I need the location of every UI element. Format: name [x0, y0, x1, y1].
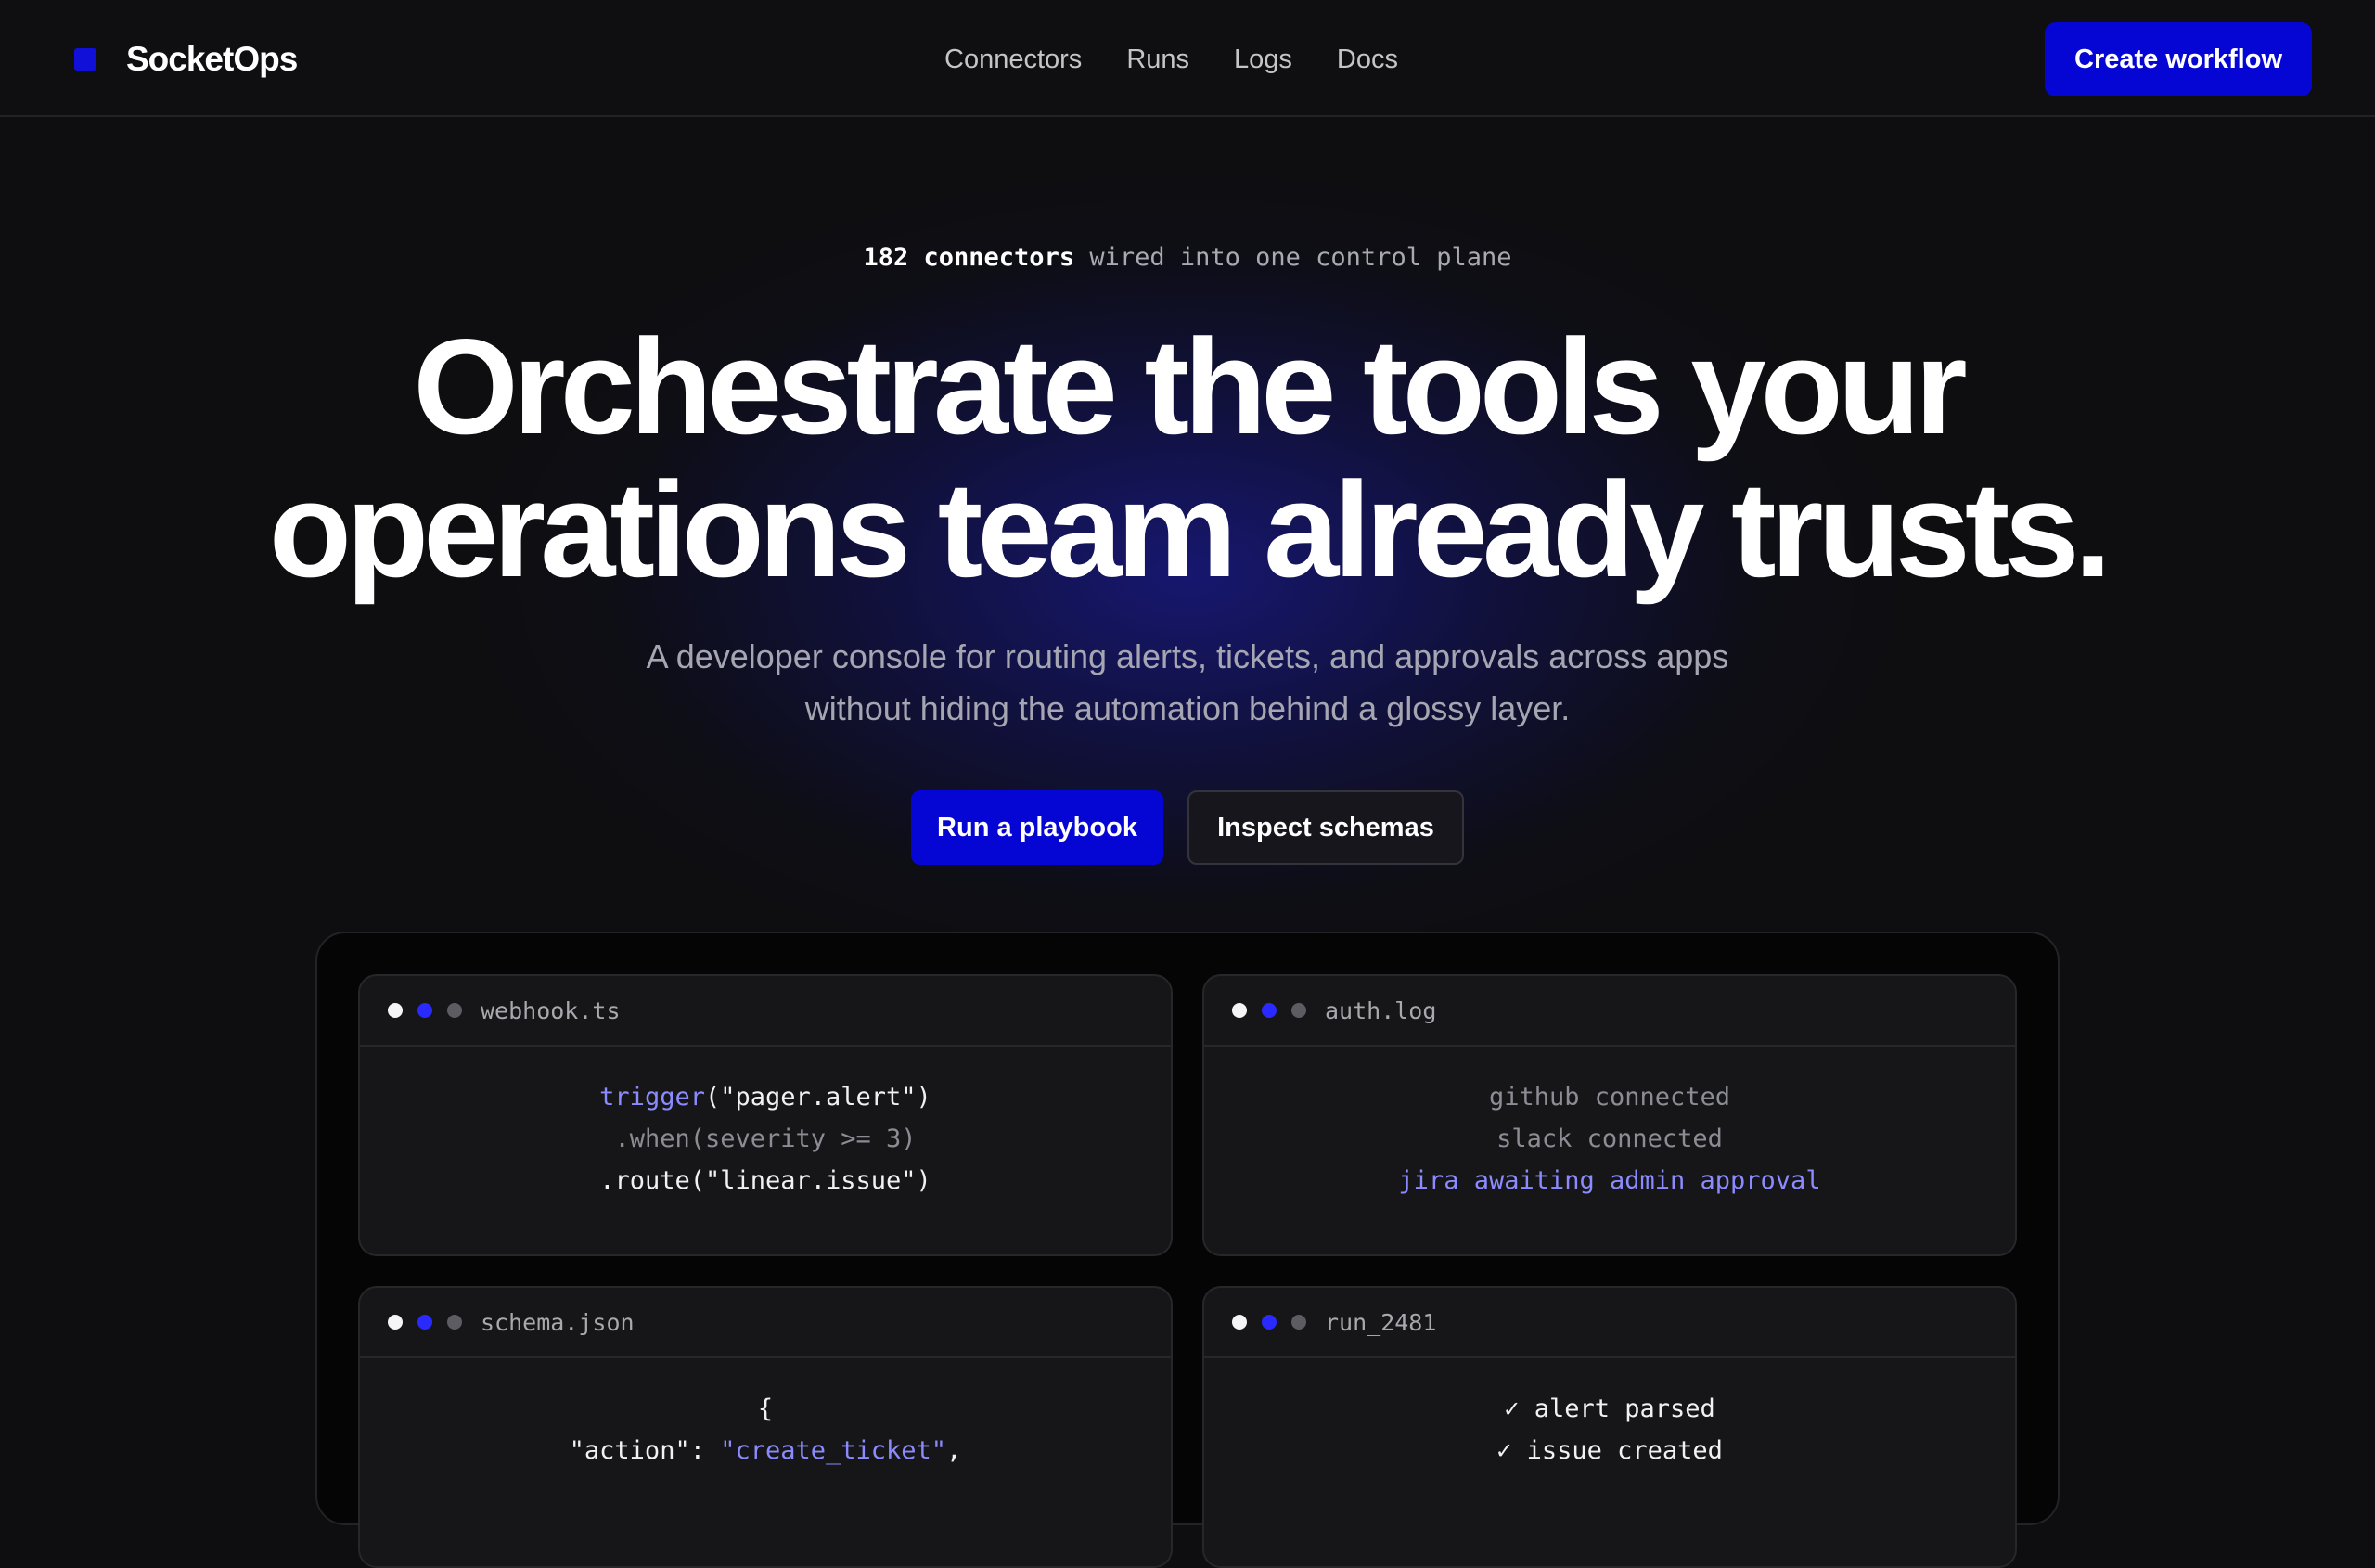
- code-line: .when(severity >= 3): [614, 1125, 917, 1153]
- run-playbook-button[interactable]: Run a playbook: [911, 790, 1163, 865]
- console-preview: webhook.ts trigger("pager.alert") .when(s…: [315, 932, 2060, 1568]
- code-block: trigger("pager.alert") .when(severity >= …: [360, 1047, 1171, 1202]
- window-dot-grey-icon: [1291, 1003, 1306, 1018]
- window-dot-blue-icon: [1262, 1003, 1277, 1018]
- panel-filename: webhook.ts: [481, 996, 621, 1024]
- log-line: github connected: [1488, 1083, 1731, 1112]
- nav-link-connectors[interactable]: Connectors: [944, 45, 1082, 75]
- json-block: { "action": "create_ticket",: [360, 1358, 1171, 1472]
- code-line: {: [757, 1394, 774, 1423]
- webhook-panel: webhook.ts trigger("pager.alert") .when(s…: [358, 974, 1173, 1256]
- brand-logo-icon: [74, 48, 96, 71]
- subhead-line-2: without hiding the automation behind a g…: [804, 689, 1571, 727]
- schema-panel: schema.json { "action": "create_ticket",: [358, 1286, 1173, 1568]
- nav-link-logs[interactable]: Logs: [1234, 45, 1292, 75]
- code-line: .route("linear.issue"): [599, 1166, 931, 1195]
- panel-header: auth.log: [1204, 976, 2015, 1047]
- run-panel: run_2481 ✓ alert parsed ✓ issue created: [1202, 1286, 2017, 1568]
- panel-header: webhook.ts: [360, 976, 1171, 1047]
- code-args: ("pager.alert"): [704, 1083, 931, 1112]
- brand-name: SocketOps: [126, 40, 298, 78]
- auth-log-panel: auth.log github connected slack connected…: [1202, 974, 2017, 1256]
- window-dot-white-icon: [388, 1315, 403, 1330]
- inspect-schemas-button[interactable]: Inspect schemas: [1188, 790, 1464, 865]
- headline-line-1: Orchestrate the tools your: [413, 311, 1967, 462]
- tagline-text: wired into one control plane: [1074, 243, 1512, 272]
- json-value: "create_ticket": [720, 1436, 947, 1465]
- json-comma: ,: [946, 1436, 962, 1465]
- tagline-count: 182 connectors: [863, 243, 1075, 272]
- nav-link-docs[interactable]: Docs: [1337, 45, 1398, 75]
- window-dot-grey-icon: [1291, 1315, 1306, 1330]
- hero-headline: Orchestrate the tools your operations te…: [0, 315, 2375, 601]
- nav-link-runs[interactable]: Runs: [1126, 45, 1189, 75]
- log-line: slack connected: [1496, 1125, 1723, 1153]
- code-function: trigger: [599, 1083, 705, 1112]
- run-steps: ✓ alert parsed ✓ issue created: [1204, 1358, 2015, 1472]
- brand[interactable]: SocketOps: [74, 33, 298, 85]
- window-dot-white-icon: [1232, 1003, 1247, 1018]
- window-dot-grey-icon: [447, 1315, 462, 1330]
- hero-tagline: 182 connectors wired into one control pl…: [0, 243, 2375, 272]
- hero-subheading: A developer console for routing alerts, …: [584, 631, 1791, 735]
- log-block: github connected slack connected jira awai…: [1204, 1047, 2015, 1202]
- create-workflow-button[interactable]: Create workflow: [2045, 22, 2312, 96]
- panel-filename: auth.log: [1325, 996, 1437, 1024]
- window-dot-blue-icon: [417, 1315, 432, 1330]
- code-line: trigger("pager.alert"): [360, 1076, 1171, 1118]
- code-line: "action": "create_ticket",: [360, 1430, 1171, 1472]
- panel-header: run_2481: [1204, 1288, 2015, 1358]
- main-nav: Connectors Runs Logs Docs: [944, 37, 1443, 82]
- panel-filename: run_2481: [1325, 1308, 1437, 1336]
- window-dot-blue-icon: [417, 1003, 432, 1018]
- window-dot-blue-icon: [1262, 1315, 1277, 1330]
- top-navigation-bar: SocketOps Connectors Runs Logs Docs Crea…: [0, 0, 2375, 117]
- headline-line-2: operations team already trusts.: [268, 454, 2112, 605]
- json-key: "action":: [569, 1436, 721, 1465]
- window-dot-white-icon: [388, 1003, 403, 1018]
- window-dot-white-icon: [1232, 1315, 1247, 1330]
- run-step: ✓ alert parsed: [1504, 1394, 1715, 1423]
- log-line-pending: jira awaiting admin approval: [1398, 1166, 1821, 1195]
- panel-header: schema.json: [360, 1288, 1171, 1358]
- run-step: ✓ issue created: [1496, 1436, 1723, 1465]
- window-dot-grey-icon: [447, 1003, 462, 1018]
- panel-filename: schema.json: [481, 1308, 635, 1336]
- subhead-line-1: A developer console for routing alerts, …: [646, 637, 1729, 675]
